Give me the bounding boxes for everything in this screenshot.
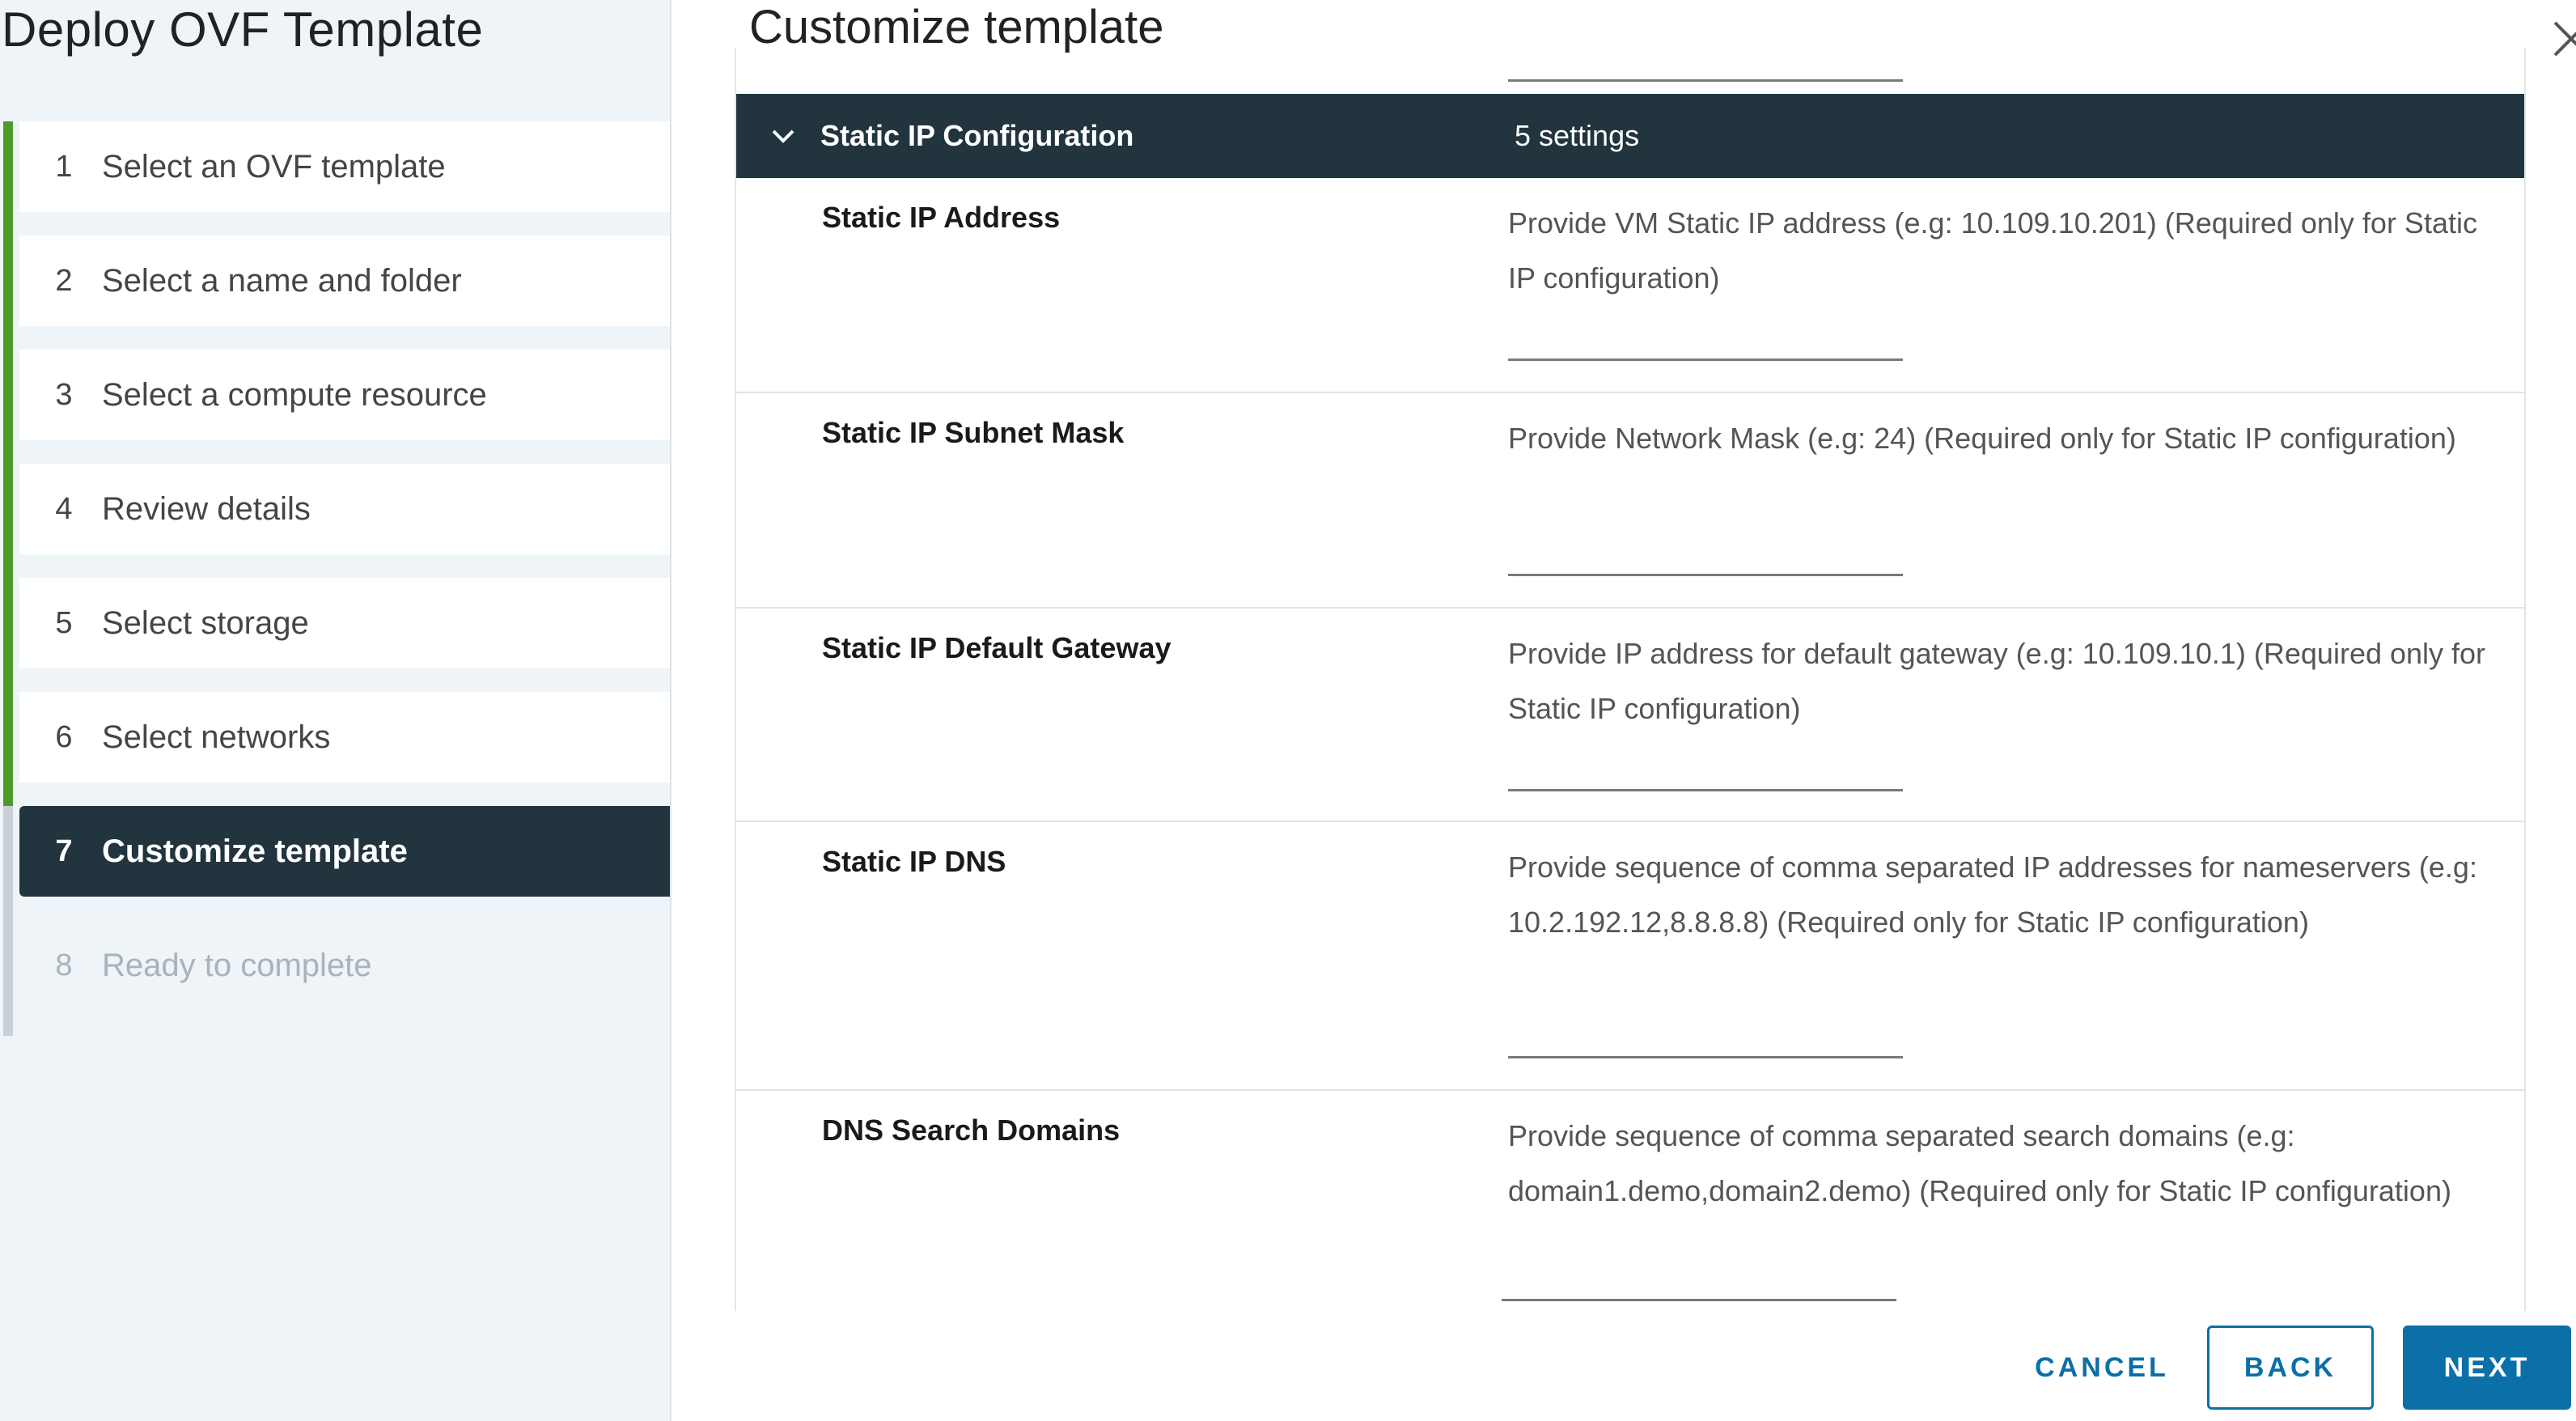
setting-description: Provide Network Mask (e.g: 24) (Required… <box>1508 422 2456 455</box>
page-title: Customize template <box>749 1 1164 53</box>
static-ip-dns-input[interactable] <box>1508 1026 1903 1058</box>
step-number: 2 <box>55 263 73 298</box>
step-number: 5 <box>55 605 73 640</box>
step-number: 3 <box>55 377 73 412</box>
group-title: Static IP Configuration <box>820 119 1134 152</box>
static-ip-default-gateway-input[interactable] <box>1508 759 1903 791</box>
step-label: Customize template <box>102 833 408 869</box>
previous-input-underline <box>1508 79 1903 82</box>
setting-label: Static IP Address <box>822 201 1061 234</box>
cancel-button[interactable]: CANCEL <box>2005 1326 2199 1410</box>
step-label: Select storage <box>102 604 309 641</box>
step-number: 8 <box>55 948 73 982</box>
setting-label: DNS Search Domains <box>822 1113 1121 1147</box>
setting-row-static-ip-address: Static IP Address Provide VM Static IP a… <box>736 178 2524 393</box>
static-ip-address-input[interactable] <box>1508 329 1903 361</box>
step-select-storage[interactable]: 5 Select storage <box>19 578 670 668</box>
step-number: 4 <box>55 491 73 526</box>
close-icon[interactable] <box>2547 15 2576 63</box>
static-ip-subnet-mask-input[interactable] <box>1508 544 1903 576</box>
step-select-compute-resource[interactable]: 3 Select a compute resource <box>19 350 670 440</box>
step-label: Select a compute resource <box>102 376 487 413</box>
step-label: Select a name and folder <box>102 262 462 299</box>
next-button[interactable]: NEXT <box>2403 1326 2571 1410</box>
group-header-static-ip[interactable]: Static IP Configuration 5 settings <box>736 94 2524 178</box>
setting-row-dns-search-domains: DNS Search Domains Provide sequence of c… <box>736 1091 2524 1311</box>
setting-row-static-ip-dns: Static IP DNS Provide sequence of comma … <box>736 822 2524 1091</box>
step-label: Select networks <box>102 719 331 755</box>
setting-description: Provide sequence of comma separated IP a… <box>1508 850 2477 939</box>
step-label: Ready to complete <box>102 947 372 983</box>
step-label: Select an OVF template <box>102 148 446 185</box>
group-settings-count: 5 settings <box>1515 119 1640 152</box>
back-button[interactable]: BACK <box>2207 1326 2374 1410</box>
setting-label: Static IP Subnet Mask <box>822 416 1125 449</box>
setting-label: Static IP Default Gateway <box>822 631 1171 664</box>
setting-description: Provide IP address for default gateway (… <box>1508 637 2486 725</box>
setting-description: Provide VM Static IP address (e.g: 10.10… <box>1508 206 2477 295</box>
wizard-title: Deploy OVF Template <box>2 2 484 57</box>
step-select-name-folder[interactable]: 2 Select a name and folder <box>19 235 670 326</box>
setting-description: Provide sequence of comma separated sear… <box>1508 1119 2451 1207</box>
step-label: Review details <box>102 490 311 527</box>
step-select-ovf-template[interactable]: 1 Select an OVF template <box>19 121 670 212</box>
setting-row-static-ip-default-gateway: Static IP Default Gateway Provide IP add… <box>736 609 2524 822</box>
setting-label: Static IP DNS <box>822 845 1006 878</box>
step-review-details[interactable]: 4 Review details <box>19 464 670 554</box>
dns-search-domains-input[interactable] <box>1502 1269 1896 1301</box>
step-number: 1 <box>55 149 73 184</box>
step-customize-template[interactable]: 7 Customize template <box>19 806 670 897</box>
step-ready-to-complete: 8 Ready to complete <box>19 920 670 1011</box>
chevron-down-icon <box>772 129 794 143</box>
step-number: 7 <box>55 834 73 868</box>
settings-panel[interactable]: Static IP Configuration 5 settings Stati… <box>735 49 2526 1311</box>
setting-row-static-ip-subnet-mask: Static IP Subnet Mask Provide Network Ma… <box>736 393 2524 609</box>
step-number: 6 <box>55 719 73 754</box>
wizard-sidebar: Deploy OVF Template 1 Select an OVF temp… <box>0 0 672 1421</box>
wizard-steps: 1 Select an OVF template 2 Select a name… <box>0 121 670 1034</box>
step-select-networks[interactable]: 6 Select networks <box>19 692 670 783</box>
